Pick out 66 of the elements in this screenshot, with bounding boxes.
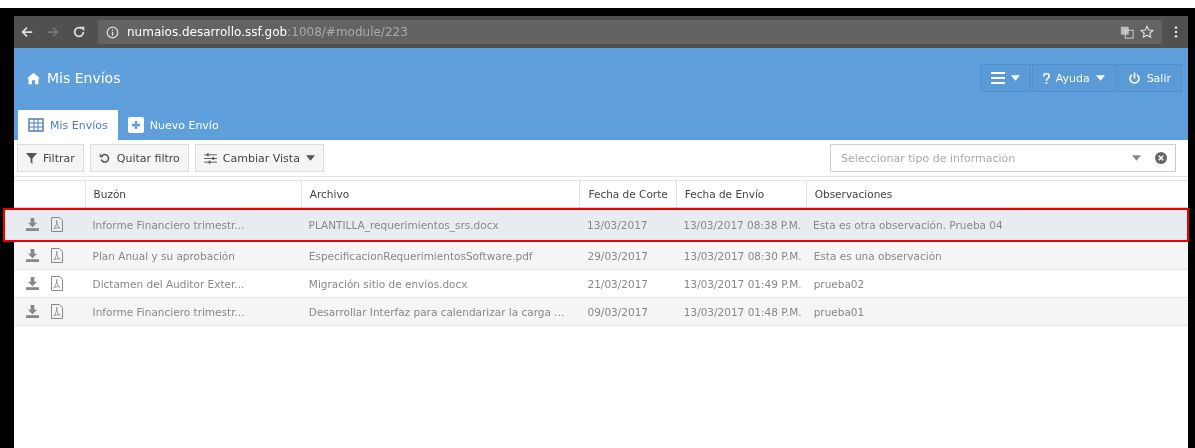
back-arrow-icon[interactable] [20,25,34,39]
clear-filter-button[interactable]: Quitar filtro [89,144,189,172]
url-host: numaios.desarrollo.ssf.gob [127,25,288,39]
tab[interactable]: Mis Envíos [18,110,118,140]
address-bar[interactable]: numaios.desarrollo.ssf.gob:1008/#module/223 [98,20,1162,44]
caret-icon [1010,75,1020,81]
download-icon[interactable] [26,218,39,231]
url-path: :1008/#module/223 [287,25,408,39]
table-cell: Esta es una observación [813,249,942,262]
star-icon[interactable] [1140,25,1154,39]
column-header[interactable]: Fecha de Corte [588,188,668,200]
table-cell: prueba02 [813,277,865,290]
pdf-file-icon[interactable] [51,217,63,232]
table-cell: Desarrollar Interfaz para calendarizar la carga ... [308,305,565,318]
question-mark-icon [1042,72,1050,84]
table-row[interactable]: Informe Financiero trimestr... Desarrollar Interfaz para calendarizar la carga ... 09/03/2017 13/03/2017 01:48 P.M. prueba01 [14,298,1188,326]
translate-icon[interactable] [1120,25,1134,39]
table-cell: Dictamen del Auditor Exter... [92,277,245,290]
power-icon [1127,71,1141,85]
table-cell: PLANTILLA_requerimientos_srs.docx [308,218,499,231]
table-cell: 13/03/2017 08:38 P.M. [683,218,802,231]
sliders-icon [203,152,217,164]
download-icon[interactable] [26,305,39,318]
table-cell: 09/03/2017 [587,305,648,318]
download-icon[interactable] [26,277,39,290]
info-icon [106,25,119,39]
table-cell: Plan Anual y su aprobación [92,249,235,262]
table-row[interactable]: Informe Financiero trimestr... PLANTILLA_requerimientos_srs.docx 13/03/2017 13/03/2017 08:38 P.M. Esta es otra observación. Prueba 04 [5,210,1187,240]
clear-icon[interactable] [1155,152,1167,164]
menu-icon [990,72,1005,84]
table-cell: Migración sitio de envíos.docx [308,277,468,290]
pdf-file-icon[interactable] [51,276,63,291]
undo-icon [98,152,111,164]
more-options-icon[interactable] [1174,25,1178,39]
change-view-button[interactable]: Cambiar Vista [194,144,324,172]
table-cell: 29/03/2017 [587,249,648,262]
table-icon [28,118,44,132]
plus-icon [127,117,144,133]
pdf-file-icon[interactable] [51,248,63,263]
table-row[interactable]: Plan Anual y su aprobación EspecificacionRequerimientosSoftware.pdf 29/03/2017 13/03/2017 08:30 P.M. Esta es una observación [14,242,1188,270]
table-cell: 13/03/2017 [587,218,648,231]
table-cell: Informe Financiero trimestr... [92,218,245,231]
table-cell: 13/03/2017 08:30 P.M. [683,249,802,262]
home-icon[interactable] [27,71,40,85]
caret-icon [305,155,315,161]
table-cell: 13/03/2017 01:49 P.M. [683,277,802,290]
caret-icon[interactable] [1132,155,1141,161]
table-cell: EspecificacionRequerimientosSoftware.pdf [308,249,533,262]
table-cell: 21/03/2017 [587,277,648,290]
table-cell: prueba01 [813,305,865,318]
funnel-icon [26,152,37,164]
page-title: Mis Envíos [47,70,121,86]
filter-button[interactable]: Filtrar [17,144,84,172]
table-cell: 13/03/2017 01:48 P.M. [683,305,802,318]
column-header[interactable]: Fecha de Envío [684,188,765,200]
table-cell: Esta es otra observación. Prueba 04 [813,218,1003,231]
menu-button[interactable] [979,64,1031,92]
table-cell: Informe Financiero trimestr... [92,305,245,318]
download-icon[interactable] [26,249,39,262]
reload-icon[interactable] [72,25,86,39]
column-header[interactable]: Buzón [93,188,126,200]
column-header[interactable]: Observaciones [814,188,893,200]
pdf-file-icon[interactable] [51,304,63,319]
forward-arrow-icon[interactable] [46,25,60,39]
column-header[interactable]: Archivo [309,188,350,200]
caret-icon [1095,75,1105,81]
